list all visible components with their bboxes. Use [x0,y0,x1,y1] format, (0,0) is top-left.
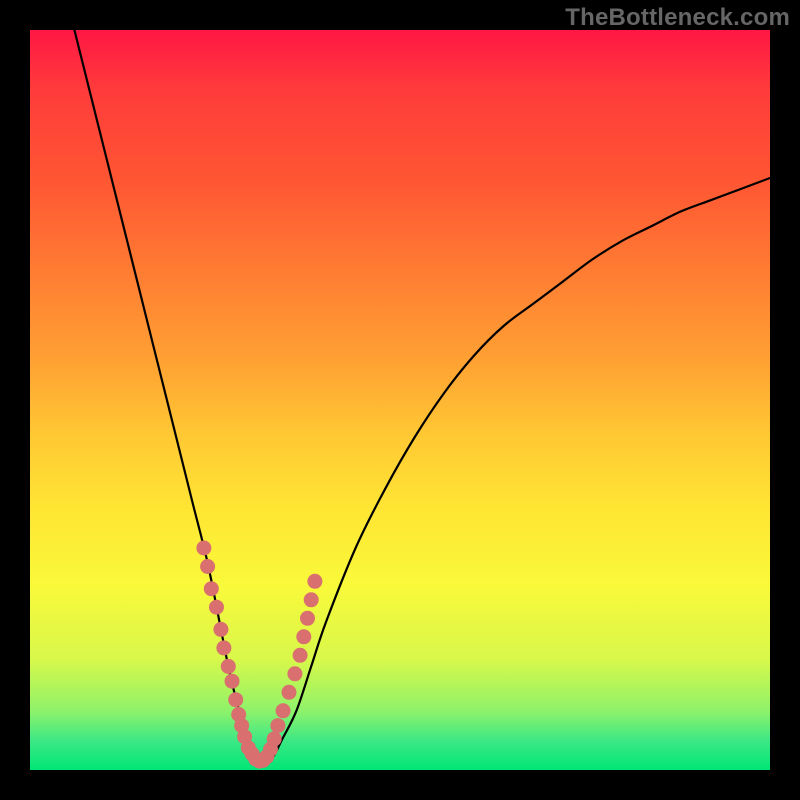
highlight-dot [228,692,243,707]
chart-frame: TheBottleneck.com [0,0,800,800]
chart-overlay [30,30,770,770]
plot-area [30,30,770,770]
highlight-dot [282,685,297,700]
highlight-dot [196,541,211,556]
highlight-dot [204,581,219,596]
highlight-dot [304,592,319,607]
highlight-dot [221,659,236,674]
highlight-dot [307,574,322,589]
highlight-dot [287,666,302,681]
highlight-dot [216,640,231,655]
highlight-dot [209,600,224,615]
highlight-dot [267,731,282,746]
highlight-dot [293,648,308,663]
highlight-dots [196,541,322,769]
highlight-dot [296,629,311,644]
highlight-dot [225,674,240,689]
highlight-dot [213,622,228,637]
watermark-text: TheBottleneck.com [565,4,790,32]
highlight-dot [270,718,285,733]
highlight-dot [200,559,215,574]
highlight-dot [300,611,315,626]
bottleneck-curve [74,30,770,764]
highlight-dot [276,703,291,718]
